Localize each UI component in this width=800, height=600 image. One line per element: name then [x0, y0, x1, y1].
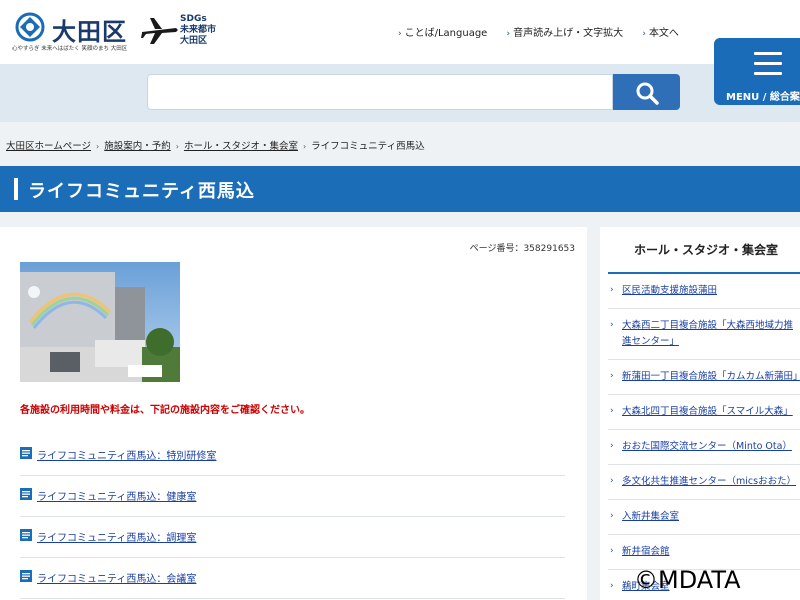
facility-link[interactable]: ライフコミュニティ西馬込：健康室	[37, 488, 196, 503]
search-icon	[636, 82, 659, 105]
chevron-right-icon: ›	[610, 320, 614, 330]
chevron-right-icon: ›	[398, 29, 402, 39]
utility-links: › ことば/Language › 音声読み上げ・文字拡大 › 本文へ	[398, 24, 695, 39]
facility-link[interactable]: ライフコミュニティ西馬込：特別研修室	[37, 447, 216, 462]
page-title: ライフコミュニティ西馬込	[28, 181, 255, 202]
breadcrumb-halls[interactable]: ホール・スタジオ・集会室	[184, 141, 298, 152]
document-icon	[20, 529, 32, 541]
title-accent	[14, 178, 18, 200]
chevron-right-icon: ›	[302, 142, 307, 151]
document-icon	[20, 447, 32, 459]
sdgs-line3: 大田区	[180, 36, 208, 46]
chevron-right-icon: ›	[610, 285, 614, 295]
sidebar: ホール・スタジオ・集会室 › 区民活動支援施設蒲田 › 大森西二丁目複合施設「大森西…	[600, 227, 800, 600]
list-item: ライフコミュニティ西馬込：調理室	[20, 517, 565, 558]
sidebar-link[interactable]: 入新井集会室	[608, 500, 800, 534]
ota-emblem-icon	[15, 12, 45, 42]
search-band	[0, 64, 800, 122]
breadcrumb-facilities[interactable]: 施設案内・予約	[104, 141, 171, 152]
chevron-right-icon: ›	[642, 29, 646, 39]
chevron-right-icon: ›	[610, 546, 614, 556]
chevron-right-icon: ›	[610, 581, 614, 591]
notice-text: 各施設の利用時間や料金は、下記の施設内容をご確認ください。	[20, 405, 310, 416]
document-icon	[20, 488, 32, 500]
chevron-right-icon: ›	[610, 476, 614, 486]
facility-link[interactable]: ライフコミュニティ西馬込：調理室	[37, 529, 196, 544]
sidebar-item: › 多文化共生推進センター（micsおおた）	[608, 465, 800, 500]
sidebar-link[interactable]: 新井宿会館	[608, 535, 800, 569]
sidebar-heading: ホール・スタジオ・集会室	[634, 243, 779, 257]
sdgs-badge: SDGs 未来都市 大田区	[140, 14, 220, 50]
breadcrumb: 大田区ホームページ › 施設案内・予約 › ホール・スタジオ・集会室 › ライフコミュニティ…	[6, 138, 425, 152]
breadcrumb-home[interactable]: 大田区ホームページ	[6, 141, 91, 152]
breadcrumb-current: ライフコミュニティ西馬込	[311, 141, 425, 152]
facility-link[interactable]: ライフコミュニティ西馬込：会議室	[37, 570, 196, 585]
chevron-right-icon: ›	[610, 441, 614, 451]
chevron-right-icon: ›	[610, 406, 614, 416]
sidebar-link[interactable]: 新蒲田一丁目複合施設「カムカム新蒲田」	[608, 360, 800, 394]
chevron-right-icon: ›	[96, 142, 100, 151]
sidebar-link[interactable]: 多文化共生推進センター（micsおおた）	[608, 465, 800, 499]
chevron-right-icon: ›	[610, 511, 614, 521]
menu-button[interactable]: MENU / 総合案内	[714, 38, 800, 105]
list-item: ライフコミュニティ西馬込：健康室	[20, 476, 565, 517]
building-photo	[20, 262, 180, 382]
hamburger-icon	[754, 52, 782, 82]
sidebar-item: › 大森西二丁目複合施設「大森西地域力推進センター」	[608, 309, 800, 360]
sidebar-list: › 区民活動支援施設蒲田 › 大森西二丁目複合施設「大森西地域力推進センター」 › 新…	[608, 272, 800, 600]
logo-title: 大田区	[52, 18, 127, 46]
sidebar-link[interactable]: 大森北四丁目複合施設「スマイル大森」	[608, 395, 800, 429]
sidebar-item: › 新井宿会館	[608, 535, 800, 570]
sidebar-item: › 大森北四丁目複合施設「スマイル大森」	[608, 395, 800, 430]
accessibility-link[interactable]: › 音声読み上げ・文字拡大	[507, 28, 624, 39]
ota-city-logo[interactable]: 大田区 心やすらぎ 未来へはばたく 笑顔のまち 大田区	[12, 10, 137, 52]
sidebar-link[interactable]: 大森西二丁目複合施設「大森西地域力推進センター」	[608, 309, 800, 359]
sidebar-item: › 区民活動支援施設蒲田	[608, 274, 800, 309]
chevron-right-icon: ›	[610, 371, 614, 381]
chevron-right-icon: ›	[175, 142, 179, 151]
skip-to-content-link[interactable]: › 本文へ	[642, 28, 679, 39]
search-input[interactable]	[147, 74, 613, 110]
logo-tagline: 心やすらぎ 未来へはばたく 笑顔のまち 大田区	[12, 46, 128, 52]
search-button[interactable]	[613, 74, 680, 110]
watermark: ©MDATA	[634, 566, 741, 594]
sidebar-item: › 新蒲田一丁目複合施設「カムカム新蒲田」	[608, 360, 800, 395]
sidebar-link[interactable]: 区民活動支援施設蒲田	[608, 274, 800, 308]
menu-label: MENU / 総合案内	[726, 92, 800, 103]
list-item: ライフコミュニティ西馬込：特別研修室	[20, 435, 565, 476]
list-item: ライフコミュニティ西馬込：会議室	[20, 558, 565, 599]
sidebar-item: › 入新井集会室	[608, 500, 800, 535]
page-title-bar: ライフコミュニティ西馬込	[0, 166, 800, 212]
sidebar-link[interactable]: おおた国際交流センター（Minto Ota）	[608, 430, 800, 464]
facility-link-list: ライフコミュニティ西馬込：特別研修室 ライフコミュニティ西馬込：健康室 ライフコ…	[20, 435, 565, 599]
sidebar-item: › おおた国際交流センター（Minto Ota）	[608, 430, 800, 465]
document-icon	[20, 570, 32, 582]
site-header: 大田区 心やすらぎ 未来へはばたく 笑顔のまち 大田区 SDGs 未来都市 大田…	[0, 0, 800, 64]
chevron-right-icon: ›	[506, 29, 511, 39]
main-content: ページ番号：358291653 各施設の利用時間や料金は、下記の施設内容をご確認…	[0, 227, 587, 600]
language-link[interactable]: › ことば/Language	[398, 28, 487, 39]
sdgs-line1: SDGs	[180, 14, 207, 24]
airplane-icon	[141, 18, 178, 44]
sdgs-line2: 未来都市	[180, 25, 217, 35]
page-number: ページ番号：358291653	[469, 244, 575, 254]
